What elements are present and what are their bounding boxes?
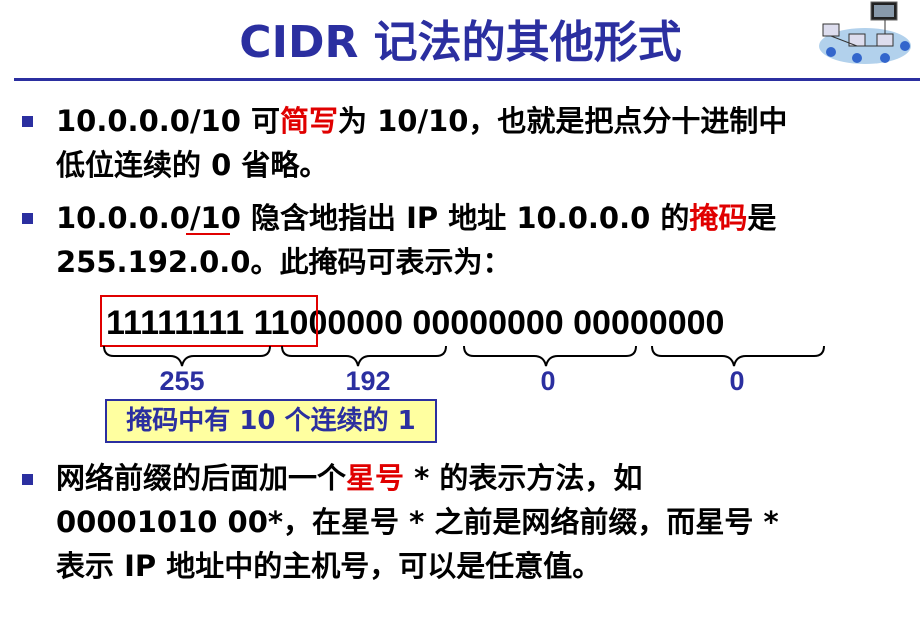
bullet-2: 10.0.0.0/10 隐含地指出 IP 地址 10.0.0.0 的掩码是 25… bbox=[56, 196, 896, 284]
title-divider bbox=[14, 78, 920, 81]
bullet-2-highlight: 掩码 bbox=[689, 201, 748, 235]
octet-1-decimal: 255 bbox=[159, 366, 205, 396]
page-title: CIDR 记法的其他形式 bbox=[239, 17, 682, 68]
bullet-3-text-a: 网络前缀的后面加一个 bbox=[56, 461, 347, 495]
octet-braces bbox=[103, 345, 825, 367]
bullet-3-highlight: 星号 bbox=[346, 461, 405, 495]
bullet-3-line3: 表示 IP 地址中的主机号，可以是任意值。 bbox=[56, 549, 602, 583]
bullet-1-highlight: 简写 bbox=[280, 104, 339, 138]
network-diagram-icon bbox=[819, 1, 911, 64]
bullet-1-text-b: 为 10/10，也就是把点分十进制中 bbox=[338, 104, 788, 138]
bullet-3-text-b: * 的表示方法，如 bbox=[404, 461, 643, 495]
octet-3-decimal: 0 bbox=[540, 366, 556, 396]
mask-note: 掩码中有 10 个连续的 1 bbox=[105, 399, 437, 443]
prefix-length-underline bbox=[186, 233, 230, 235]
bullet-2-text-b: 是 bbox=[747, 201, 777, 235]
brace-octet-1 bbox=[103, 345, 271, 367]
prefix-highlight-box bbox=[100, 295, 318, 347]
bullet-2-text-a: 10.0.0.0/10 隐含地指出 IP 地址 10.0.0.0 的 bbox=[56, 201, 690, 235]
octet-4-decimal: 0 bbox=[729, 366, 745, 396]
bullet-2-line2: 255.192.0.0。此掩码可表示为： bbox=[56, 245, 512, 279]
bullet-marker bbox=[22, 213, 33, 224]
bullet-1-line2: 低位连续的 0 省略。 bbox=[56, 148, 329, 182]
octet-2-decimal: 192 bbox=[345, 366, 391, 396]
brace-octet-4 bbox=[651, 345, 825, 367]
bullet-3-line2: 00001010 00*，在星号 * 之前是网络前缀，而星号 * bbox=[56, 505, 779, 539]
bullet-1-text-a: 10.0.0.0/10 可 bbox=[56, 104, 280, 138]
bullet-1: 10.0.0.0/10 可简写为 10/10，也就是把点分十进制中 低位连续的 … bbox=[56, 99, 896, 187]
brace-octet-3 bbox=[463, 345, 637, 367]
bullet-marker bbox=[22, 474, 33, 485]
bullet-marker bbox=[22, 116, 33, 127]
brace-octet-2 bbox=[281, 345, 447, 367]
bullet-3: 网络前缀的后面加一个星号 * 的表示方法，如 00001010 00*，在星号 … bbox=[56, 456, 896, 588]
